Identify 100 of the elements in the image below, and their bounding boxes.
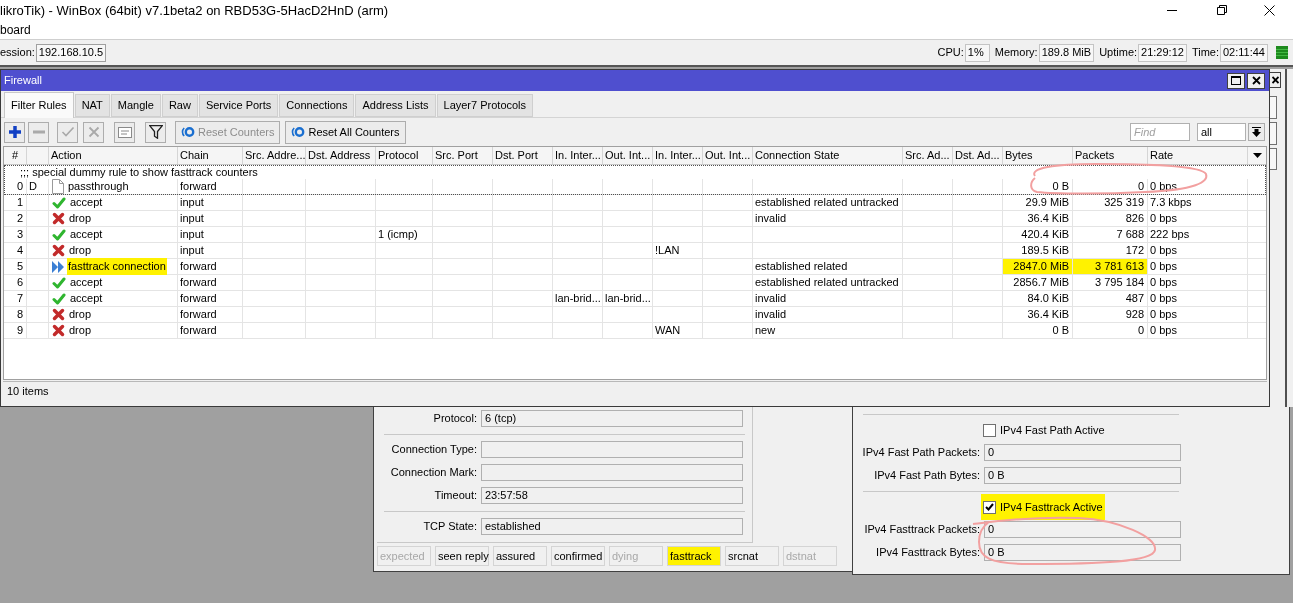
input-field[interactable]	[1270, 122, 1277, 145]
column-header[interactable]: Chain	[178, 147, 243, 164]
table-cell: 4	[4, 243, 27, 258]
rule-row[interactable]: 8 drop forward invalid 36.4 KiB 928 0 bps	[4, 307, 1266, 323]
value-field: 23:57:58	[481, 487, 743, 504]
column-header[interactable]: Src. Port	[433, 147, 493, 164]
checkbox[interactable]	[983, 500, 996, 514]
value-field: 189.8 MiB	[1038, 43, 1095, 62]
rule-row[interactable]: 6 accept forward established related untracked 2856.7 MiB 3 795 184 0 bps	[4, 275, 1266, 291]
column-header[interactable]: Packets	[1073, 147, 1148, 164]
input-field[interactable]	[1270, 96, 1277, 119]
table-cell: 2	[4, 211, 27, 226]
note-icon	[117, 126, 132, 138]
table-cell: input	[178, 227, 243, 242]
table-cell: lan-brid...	[603, 291, 653, 306]
reset-button[interactable]: Reset All Counters	[285, 120, 406, 144]
value-field: 0	[984, 521, 1181, 538]
column-header[interactable]: Protocol	[376, 147, 433, 164]
find-field[interactable]: Find	[1130, 123, 1190, 141]
action-text: drop	[68, 323, 93, 339]
field-label: Time:	[1191, 45, 1219, 61]
close-button[interactable]	[1270, 72, 1281, 88]
field-label: ession:	[0, 45, 35, 61]
window-title: likroTik) - WinBox (64bit) v7.1beta2 on RBD53G-5HacD2HnD (arm)	[0, 3, 389, 17]
rule-row[interactable]: 9 drop forward WAN new 0 B 0 0 bps	[4, 323, 1266, 339]
status-flag: dying	[609, 546, 663, 566]
column-header[interactable]: Out. Int...	[603, 147, 653, 164]
tab[interactable]: Address Lists	[355, 94, 436, 117]
column-header[interactable]: Dst. Ad...	[953, 147, 1003, 164]
table-cell: 7 688	[1073, 227, 1148, 242]
table-cell: forward	[178, 307, 243, 322]
table-cell: 0 B	[1003, 179, 1073, 194]
tab[interactable]: Service Ports	[198, 94, 279, 117]
value-field: 02:11:44	[1220, 43, 1268, 62]
rule-row[interactable]: 3 accept input 1 (icmp) 420.4 KiB 7 688 222 bps	[4, 227, 1266, 243]
column-header[interactable]: Connection State	[753, 147, 903, 164]
table-cell: !LAN	[653, 243, 703, 258]
column-header[interactable]: In. Inter...	[553, 147, 603, 164]
table-cell: 420.4 KiB	[1003, 227, 1073, 242]
tab[interactable]: Raw	[161, 94, 198, 117]
tab[interactable]: Connections	[279, 94, 355, 117]
status-flag: assured	[493, 546, 547, 566]
tab[interactable]: NAT	[74, 94, 110, 117]
table-cell: forward	[178, 259, 243, 274]
action-text: fasttrack connection	[67, 258, 167, 275]
table-cell: 0 bps	[1148, 307, 1248, 322]
rule-row[interactable]: 1 accept input established related untracked 29.9 MiB 325 319 7.3 kbps	[4, 195, 1266, 211]
table-cell: 928	[1073, 307, 1148, 322]
column-header[interactable]: Src. Addre...	[243, 147, 306, 164]
column-header[interactable]: Action	[49, 147, 178, 164]
close-icon	[1271, 76, 1279, 84]
dropdown-button[interactable]	[1248, 123, 1265, 141]
column-header[interactable]: #	[4, 147, 27, 164]
checkbox[interactable]	[983, 423, 996, 437]
table-cell: 5	[4, 259, 27, 274]
column-header[interactable]: Dst. Address	[306, 147, 376, 164]
column-header[interactable]: Bytes	[1003, 147, 1073, 164]
status-flag: srcnat	[725, 546, 779, 566]
status-text: 10 items	[7, 383, 49, 399]
table-cell: 3	[4, 227, 27, 242]
table-cell: invalid	[753, 291, 903, 306]
menu-item[interactable]: board	[0, 20, 31, 39]
window-title: Firewall	[4, 73, 42, 89]
action-text: accept	[69, 291, 104, 307]
column-header[interactable]: Src. Ad...	[903, 147, 953, 164]
filter-button[interactable]	[145, 121, 166, 143]
status-flag: fasttrack	[667, 546, 721, 566]
column-header[interactable]: Dst. Port	[493, 147, 553, 164]
column-header[interactable]: Rate	[1148, 147, 1248, 164]
value-field: 0	[984, 444, 1181, 461]
table-cell: forward	[178, 179, 243, 194]
rule-row[interactable]: 2 drop input invalid 36.4 KiB 826 0 bps	[4, 211, 1266, 227]
check-icon	[52, 292, 66, 305]
checkbox-label: IPv4 Fasttrack Active	[1000, 499, 1103, 515]
table-cell: 36.4 KiB	[1003, 211, 1073, 226]
tab[interactable]: Mangle	[110, 94, 161, 117]
table-cell: invalid	[753, 307, 903, 322]
caret-down-icon[interactable]	[1252, 153, 1262, 158]
filter-select[interactable]: all	[1197, 123, 1246, 141]
table-cell: 29.9 MiB	[1003, 195, 1073, 210]
table-cell: established related untracked	[753, 195, 903, 210]
plus-icon	[7, 125, 22, 139]
field-label: Protocol:	[432, 411, 477, 427]
tab[interactable]: Filter Rules	[4, 92, 74, 118]
tab[interactable]: Layer7 Protocols	[436, 94, 534, 117]
add-button[interactable]	[4, 121, 25, 143]
input-field[interactable]	[1270, 148, 1277, 170]
maximize-icon	[1231, 76, 1241, 85]
close-button[interactable]	[1247, 72, 1265, 89]
column-header[interactable]: Out. Int...	[703, 147, 753, 164]
column-header[interactable]: In. Inter...	[653, 147, 703, 164]
maximize-button[interactable]	[1227, 72, 1245, 89]
rule-row[interactable]: 7 accept forward lan-brid... lan-brid... invalid 84.0 KiB 487 0 bps	[4, 291, 1266, 307]
cross-icon	[52, 308, 65, 321]
table-cell: 189.5 KiB	[1003, 243, 1073, 258]
table-cell: 222 bps	[1148, 227, 1248, 242]
rule-row[interactable]: 5 fasttrack connection forward established related 2847.0 MiB 3 781 613 0 bps	[4, 259, 1266, 275]
table-cell: 0 bps	[1148, 323, 1248, 338]
field-label: IPv4 Fasttrack Bytes:	[875, 545, 980, 561]
table-cell: input	[178, 211, 243, 226]
